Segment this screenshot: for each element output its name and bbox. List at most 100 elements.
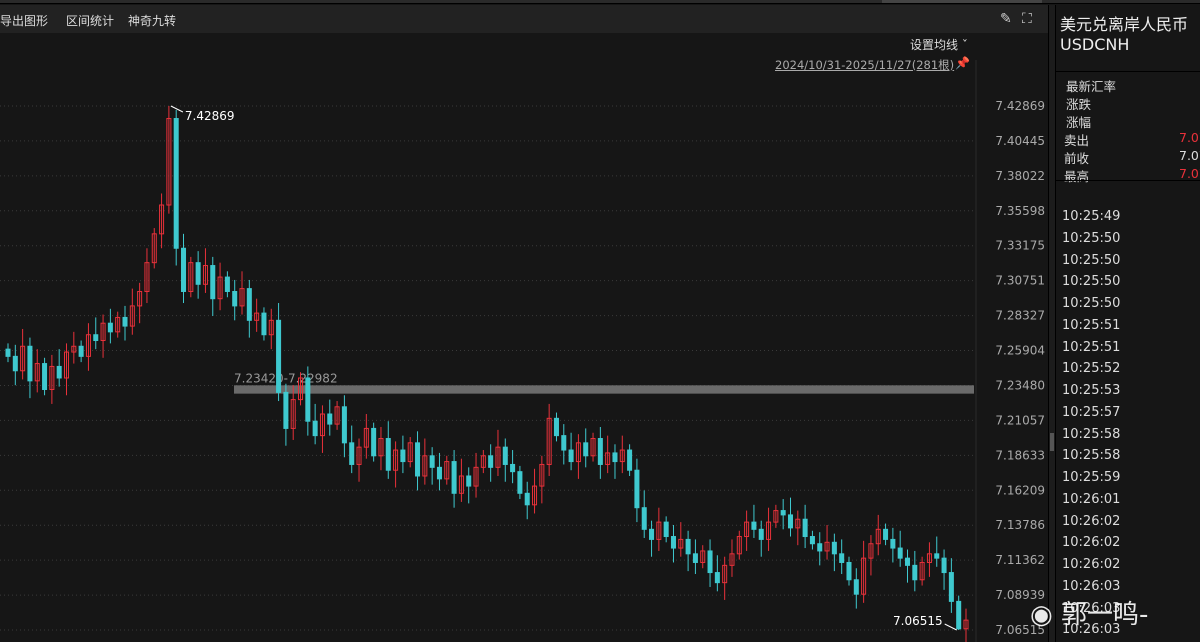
candle-down <box>649 528 655 540</box>
candle-down <box>122 316 128 327</box>
candle-down <box>27 345 33 382</box>
tick-time: 10:25:50 <box>1062 274 1121 290</box>
candle-down <box>883 528 889 540</box>
ma-setting-dropdown[interactable]: 设置均线 ˇ <box>910 36 968 53</box>
tick-time: 10:25:57 <box>1062 404 1121 420</box>
range-stats-button[interactable]: 区间统计 <box>66 12 114 29</box>
candle-down <box>451 461 457 494</box>
candle-down <box>787 514 793 529</box>
chart-toolbar: 导出图形 区间统计 神奇九转 ✎ ⛶ <box>0 5 1048 33</box>
tick-time: 10:25:49 <box>1062 209 1121 224</box>
high-value: 7.07 <box>1179 166 1200 181</box>
y-tick-label: 7.21057 <box>995 413 1045 427</box>
candle-down <box>327 413 333 425</box>
min-price-label: 7.06515 <box>893 614 943 628</box>
candle-down <box>809 536 815 545</box>
candle-down <box>597 438 603 465</box>
candle-down <box>751 521 757 530</box>
candlestick-chart[interactable]: 7.42869 7.40445 7.38022 7.35598 7.33175 7.307… <box>0 33 1048 642</box>
candle-down <box>385 438 391 471</box>
latest-rate-label: 最新汇率 <box>1066 79 1117 94</box>
tick-time: 10:26:01 <box>1062 491 1121 507</box>
tick-time: 10:25:58 <box>1062 448 1121 464</box>
candle-down <box>641 507 647 530</box>
candle-down <box>634 469 640 509</box>
ask-value: 7.07 <box>1179 130 1200 145</box>
candle-down <box>173 118 179 249</box>
window-top-bar <box>0 0 1200 4</box>
candle-down <box>466 475 472 487</box>
tick-time: 10:25:58 <box>1062 426 1121 442</box>
tick-time: 10:25:50 <box>1062 230 1121 246</box>
tick-time: 10:25:59 <box>1062 470 1121 485</box>
instrument-name: 美元兑离岸人民币 <box>1060 15 1189 34</box>
y-tick-label: 7.23480 <box>995 378 1045 392</box>
splitter-handle[interactable] <box>1050 433 1054 451</box>
candle-down <box>12 355 18 372</box>
candle-down <box>283 391 289 429</box>
date-range-link[interactable]: 2024/10/31-2025/11/27(281根) <box>775 57 954 73</box>
y-tick-label: 7.11362 <box>995 553 1045 567</box>
candle-down <box>670 536 676 549</box>
candle-down <box>436 466 442 480</box>
candle-down <box>897 547 903 559</box>
candle-down <box>517 471 523 494</box>
tick-time: 10:25:51 <box>1062 317 1121 333</box>
candle-down <box>93 334 99 341</box>
candle-down <box>107 322 113 333</box>
ma-setting-label: 设置均线 <box>910 38 959 52</box>
export-chart-button[interactable]: 导出图形 <box>0 12 48 29</box>
top-scrollbar[interactable] <box>882 0 1042 3</box>
candle-down <box>817 543 823 552</box>
candle-down <box>415 442 421 477</box>
candle-down <box>210 265 216 300</box>
candle-down <box>627 449 633 471</box>
candle-down <box>853 579 859 595</box>
prev-close-value: 7.07 <box>1179 148 1200 163</box>
brush-icon[interactable]: ✎ <box>1000 11 1012 27</box>
high-label: 最高 <box>1064 169 1090 184</box>
candle-down <box>224 276 230 292</box>
candle-down <box>831 541 837 555</box>
candle-down <box>400 449 406 463</box>
tick-time: 10:26:02 <box>1062 557 1121 572</box>
candle-down <box>714 572 720 584</box>
candle-down <box>890 538 896 549</box>
tick-time: 10:25:50 <box>1062 252 1121 268</box>
candle-down <box>583 442 589 457</box>
fullscreen-icon[interactable]: ⛶ <box>1022 11 1032 27</box>
candle-down <box>488 455 494 468</box>
candle-down <box>758 528 764 540</box>
candle-down <box>948 572 954 602</box>
y-tick-label: 7.28327 <box>995 309 1045 323</box>
td-sequential-button[interactable]: 神奇九转 <box>128 12 176 29</box>
candle-down <box>246 288 252 321</box>
tick-time: 10:25:50 <box>1062 296 1121 311</box>
candle-down <box>261 312 267 336</box>
max-price-label: 7.42869 <box>185 109 235 123</box>
quote-panel: 美元兑离岸人民币 USDCNH 最新汇率 涨跌 涨幅 卖出 7.07 前收 7.… <box>1055 5 1200 642</box>
candle-down <box>685 538 691 555</box>
candle-down <box>524 492 530 506</box>
pin-icon[interactable]: 📌 <box>955 56 970 70</box>
candle-down <box>839 553 845 563</box>
tick-time: 10:26:02 <box>1062 513 1121 529</box>
candle-down <box>371 427 377 457</box>
candle-down <box>707 550 713 574</box>
y-tick-label: 7.13786 <box>995 518 1045 532</box>
tick-time: 10:25:53 <box>1062 383 1121 398</box>
tick-time: 10:25:51 <box>1062 339 1121 355</box>
y-tick-label: 7.35598 <box>995 204 1045 218</box>
change-label: 涨跌 <box>1066 97 1092 112</box>
candle-down <box>802 518 808 538</box>
candle-down <box>349 442 355 465</box>
candle-down <box>904 557 911 566</box>
chart-canvas: 7.42869 7.40445 7.38022 7.35598 7.33175 7.307… <box>0 60 1045 642</box>
candle-down <box>941 557 947 574</box>
ask-label: 卖出 <box>1064 133 1090 148</box>
candle-down <box>42 363 48 391</box>
y-tick-label: 7.33175 <box>995 239 1045 253</box>
candle-down <box>56 365 62 379</box>
candle-down <box>510 463 516 473</box>
panel-splitter[interactable] <box>1048 5 1055 642</box>
